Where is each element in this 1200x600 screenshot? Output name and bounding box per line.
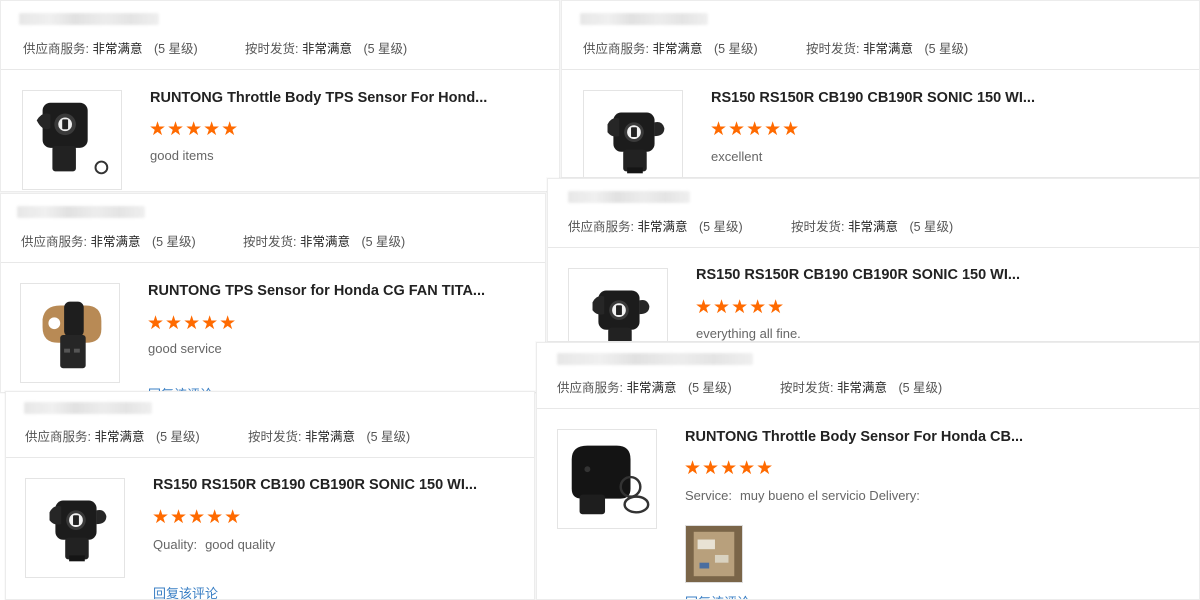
delivery-value: 非常满意 [304, 430, 355, 444]
reply-link[interactable]: 回复该评论 [685, 592, 750, 599]
product-image[interactable] [557, 429, 657, 529]
supplier-service-label: 供应商服务: [23, 42, 89, 56]
delivery-value: 非常满意 [299, 235, 350, 249]
supplier-service-label: 供应商服务: [583, 42, 649, 56]
review-text: good items [150, 148, 214, 163]
supplier-service-label: 供应商服务: [21, 235, 87, 249]
delivery-level: (5 星级) [909, 220, 954, 234]
supplier-service-level: (5 星级) [713, 42, 758, 56]
supplier-service-level: (5 星级) [153, 42, 198, 56]
review-card: 供应商服务: 非常满意 (5 星级) 按时发货: 非常满意 (5 星级) RS1… [561, 0, 1200, 178]
product-image[interactable] [20, 283, 120, 383]
star-rating: ★★★★★ [684, 458, 775, 479]
sensor-icon [23, 91, 121, 189]
ratings-row: 供应商服务: 非常满意 (5 星级) 按时发货: 非常满意 (5 星级) [583, 38, 968, 57]
star-rating: ★★★★★ [152, 507, 243, 528]
supplier-service-value: 非常满意 [626, 381, 677, 395]
ratings-row: 供应商服务: 非常满意 (5 星级) 按时发货: 非常满意 (5 星级) [23, 38, 407, 57]
product-title[interactable]: RUNTONG Throttle Body TPS Sensor For Hon… [150, 90, 487, 106]
review-label: Service: [685, 488, 732, 503]
delivery-label: 按时发货: [245, 42, 299, 56]
review-card: 供应商服务: 非常满意 (5 星级) 按时发货: 非常满意 (5 星级) RUN… [0, 193, 546, 393]
sensor-icon [558, 430, 656, 528]
delivery-value: 非常满意 [301, 42, 352, 56]
buyer-name-blurred [17, 206, 145, 218]
delivery-level: (5 星级) [366, 430, 411, 444]
product-title[interactable]: RS150 RS150R CB190 CB190R SONIC 150 WI..… [153, 477, 477, 493]
review-card: 供应商服务: 非常满意 (5 星级) 按时发货: 非常满意 (5 星级) RUN… [0, 0, 560, 192]
divider [548, 247, 1199, 248]
product-image[interactable] [22, 90, 122, 190]
sensor-icon [569, 269, 667, 342]
divider [562, 69, 1199, 70]
delivery-label: 按时发货: [243, 235, 297, 249]
delivery-level: (5 星级) [361, 235, 406, 249]
supplier-service-level: (5 星级) [698, 220, 743, 234]
supplier-service-level: (5 星级) [155, 430, 200, 444]
sensor-icon [26, 479, 124, 577]
delivery-label: 按时发货: [780, 381, 834, 395]
supplier-service-level: (5 星级) [687, 381, 732, 395]
ratings-row: 供应商服务: 非常满意 (5 星级) 按时发货: 非常满意 (5 星级) [25, 426, 410, 445]
review-text: muy bueno el servicio Delivery: [739, 488, 920, 503]
delivery-label: 按时发货: [248, 430, 302, 444]
supplier-service-value: 非常满意 [92, 42, 143, 56]
review-text: excellent [711, 149, 763, 164]
review-text: good quality [205, 537, 276, 552]
product-title[interactable]: RUNTONG TPS Sensor for Honda CG FAN TITA… [148, 283, 485, 299]
supplier-service-value: 非常满意 [94, 430, 145, 444]
buyer-name-blurred [557, 353, 753, 365]
divider [6, 457, 534, 458]
review-card: 供应商服务: 非常满意 (5 星级) 按时发货: 非常满意 (5 星级) RS1… [547, 178, 1200, 342]
buyer-name-blurred [580, 13, 708, 25]
supplier-service-level: (5 星级) [151, 235, 196, 249]
star-rating: ★★★★★ [710, 119, 801, 140]
delivery-level: (5 星级) [363, 42, 408, 56]
ratings-row: 供应商服务: 非常满意 (5 星级) 按时发货: 非常满意 (5 星级) [568, 216, 953, 235]
ratings-row: 供应商服务: 非常满意 (5 星级) 按时发货: 非常满意 (5 星级) [557, 377, 942, 396]
divider [537, 408, 1199, 409]
supplier-service-value: 非常满意 [637, 220, 688, 234]
product-image[interactable] [583, 90, 683, 178]
star-rating: ★★★★★ [147, 313, 238, 334]
supplier-service-value: 非常满意 [90, 235, 141, 249]
delivery-level: (5 星级) [898, 381, 943, 395]
star-rating: ★★★★★ [695, 297, 786, 318]
delivery-label: 按时发货: [791, 220, 845, 234]
supplier-service-label: 供应商服务: [25, 430, 91, 444]
package-photo-icon [686, 526, 742, 582]
buyer-photo[interactable] [685, 525, 743, 583]
buyer-name-blurred [568, 191, 690, 203]
review-text: everything all fine. [696, 326, 801, 341]
delivery-level: (5 星级) [924, 42, 969, 56]
review-card: 供应商服务: 非常满意 (5 星级) 按时发货: 非常满意 (5 星级) RS1… [5, 391, 535, 600]
delivery-value: 非常满意 [836, 381, 887, 395]
supplier-service-value: 非常满意 [652, 42, 703, 56]
divider [1, 262, 545, 263]
review-content: Service: muy bueno el servicio Delivery: [685, 488, 920, 503]
review-label: Quality: [153, 537, 198, 552]
product-title[interactable]: RUNTONG Throttle Body Sensor For Honda C… [685, 429, 1023, 445]
product-title[interactable]: RS150 RS150R CB190 CB190R SONIC 150 WI..… [711, 90, 1035, 106]
buyer-name-blurred [19, 13, 159, 25]
review-card: 供应商服务: 非常满意 (5 星级) 按时发货: 非常满意 (5 星级) RUN… [536, 342, 1200, 600]
review-text: good service [148, 341, 222, 356]
product-title[interactable]: RS150 RS150R CB190 CB190R SONIC 150 WI..… [696, 267, 1020, 283]
product-image[interactable] [25, 478, 125, 578]
divider [1, 69, 559, 70]
supplier-service-label: 供应商服务: [557, 381, 623, 395]
delivery-value: 非常满意 [847, 220, 898, 234]
delivery-label: 按时发货: [806, 42, 860, 56]
buyer-name-blurred [24, 402, 152, 414]
reply-link[interactable]: 回复该评论 [153, 583, 218, 599]
supplier-service-label: 供应商服务: [568, 220, 634, 234]
delivery-value: 非常满意 [862, 42, 913, 56]
star-rating: ★★★★★ [149, 119, 240, 140]
review-content: Quality: good quality [153, 537, 275, 552]
product-image[interactable] [568, 268, 668, 342]
sensor-icon [584, 91, 682, 178]
sensor-icon [21, 284, 119, 382]
ratings-row: 供应商服务: 非常满意 (5 星级) 按时发货: 非常满意 (5 星级) [21, 231, 405, 250]
